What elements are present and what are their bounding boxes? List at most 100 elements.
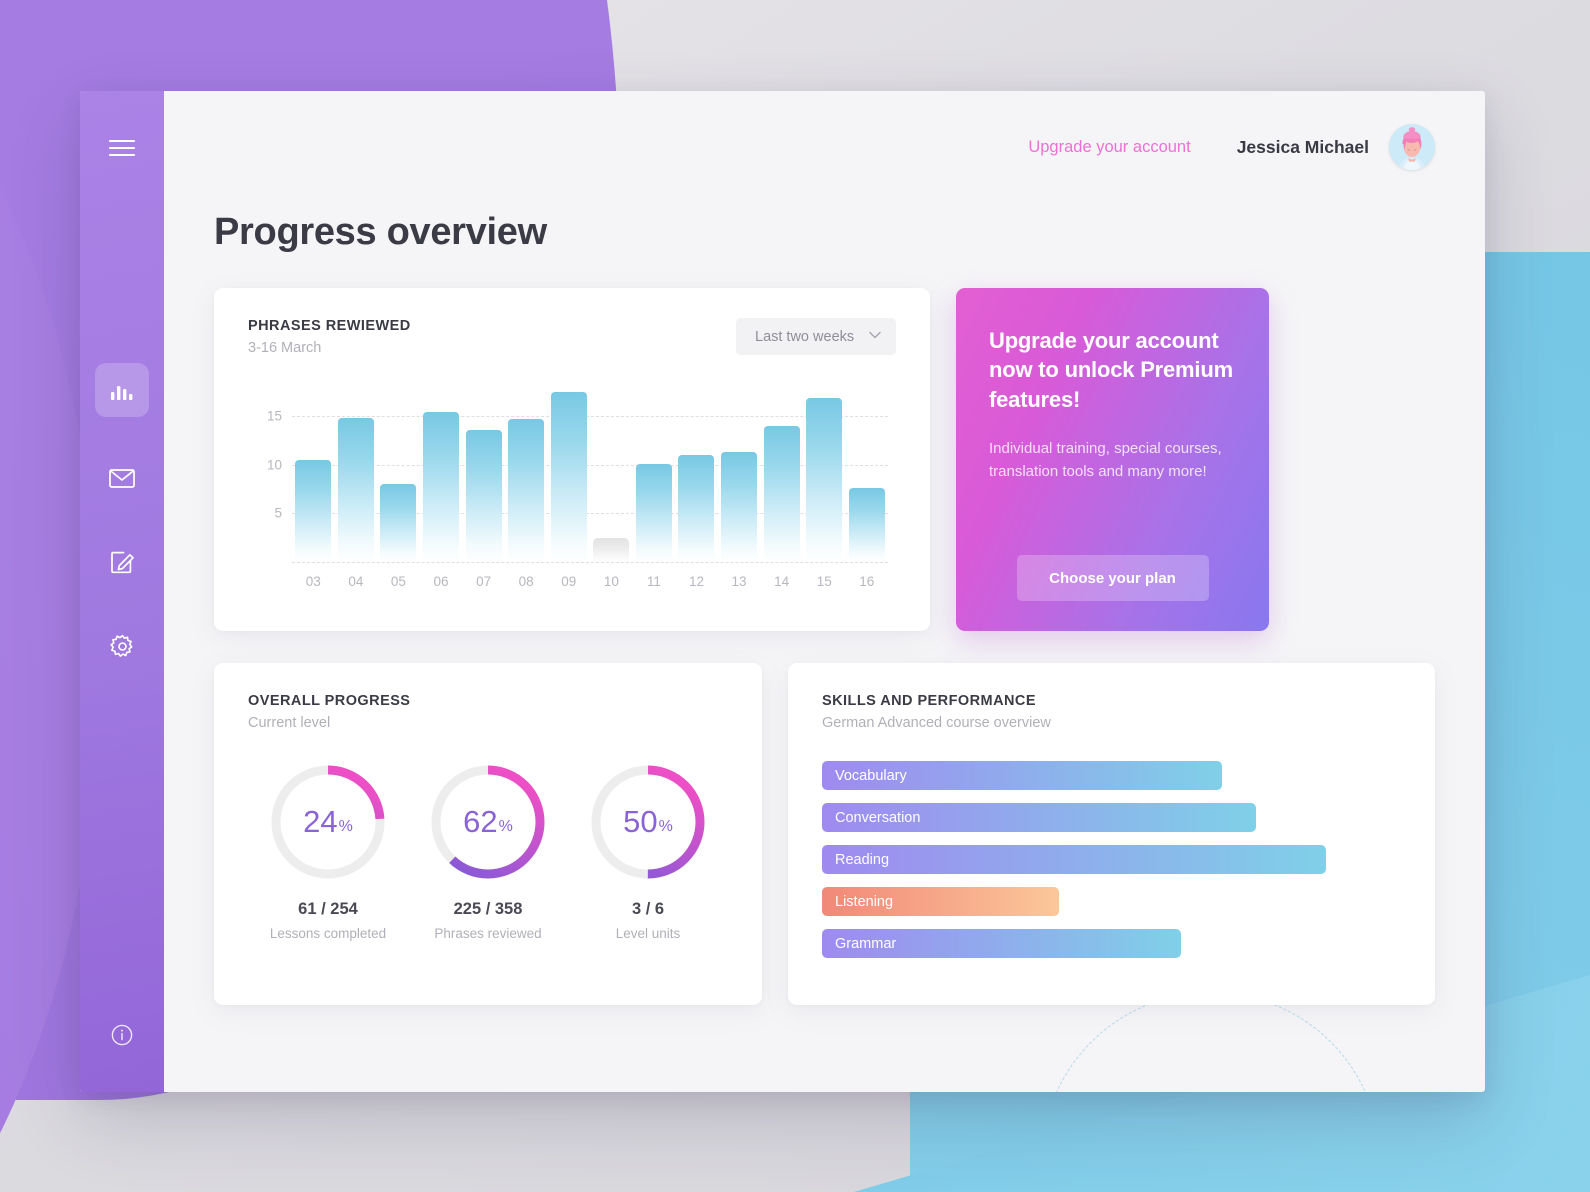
chart-x-tick: 05 xyxy=(390,573,406,589)
app-window: Upgrade your account Jessica Michael Pro… xyxy=(80,91,1485,1092)
date-range-value: Last two weeks xyxy=(755,328,855,345)
chart-bar-slot xyxy=(377,382,420,562)
chart-bar[interactable] xyxy=(295,459,332,562)
chart-bar[interactable] xyxy=(593,537,630,562)
progress-card-subtitle: Current level xyxy=(248,715,331,731)
skills-card-title: SKILLS AND PERFORMANCE xyxy=(822,693,1036,709)
cards-row-bottom: OVERALL PROGRESS Current level 24% 61 / 2… xyxy=(214,663,1435,1005)
chart-bar[interactable] xyxy=(848,488,885,562)
progress-rings: 24% 61 / 254 Lessons completed 62% 225 / 358… xyxy=(248,761,728,941)
chart-bar-slot xyxy=(505,382,548,562)
skill-bar-label: Reading xyxy=(835,851,890,868)
progress-ring-count: 225 / 358 xyxy=(453,900,523,918)
skill-bar[interactable]: Vocabulary xyxy=(822,761,1222,790)
chart-x-tick: 09 xyxy=(561,573,577,589)
chart-gridline xyxy=(292,562,888,563)
skill-bar[interactable]: Conversation xyxy=(822,803,1257,832)
chart-x-tick: 04 xyxy=(348,573,364,589)
choose-your-plan-button[interactable]: Choose your plan xyxy=(1016,555,1209,601)
chart-bar[interactable] xyxy=(423,412,460,562)
progress-ring-value: 62% xyxy=(427,761,549,883)
chart-x-tick: 08 xyxy=(518,573,534,589)
date-range-select[interactable]: Last two weeks xyxy=(736,318,896,355)
progress-ring: 62% xyxy=(427,761,549,883)
sidebar xyxy=(80,91,164,1092)
bar-chart: 5 10 15 03 04 05 06 07 08 09 10 11 12 13 14 15 16 xyxy=(248,382,896,598)
chart-bar[interactable] xyxy=(678,454,715,562)
chart-bar-slot xyxy=(590,382,633,562)
envelope-icon xyxy=(109,468,135,488)
chart-x-tick: 12 xyxy=(688,573,704,589)
progress-ring-value: 50% xyxy=(587,761,709,883)
chart-bar-slot xyxy=(292,382,335,562)
chart-x-tick: 13 xyxy=(731,573,747,589)
upgrade-account-link[interactable]: Upgrade your account xyxy=(1028,138,1190,157)
progress-card-title: OVERALL PROGRESS xyxy=(248,693,411,709)
chart-plot-area xyxy=(292,382,888,563)
chart-bar[interactable] xyxy=(721,452,758,562)
skill-bar-label: Listening xyxy=(835,893,894,910)
skill-bar[interactable]: Grammar xyxy=(822,929,1181,958)
progress-ring-percent-symbol: % xyxy=(658,817,673,835)
skills-bars: Vocabulary Conversation Reading Listening Gr… xyxy=(822,761,1401,958)
sidebar-item-info[interactable] xyxy=(99,1012,145,1058)
chart-x-axis: 03 04 05 06 07 08 09 10 11 12 13 14 15 16 xyxy=(292,564,888,598)
cards-row-top: PHRASES REWIEWED 3-16 March Last two wee… xyxy=(214,288,1435,631)
progress-ring-label: Lessons completed xyxy=(269,926,387,941)
info-circle-icon xyxy=(111,1024,133,1046)
chart-x-tick: 07 xyxy=(476,573,492,589)
page-title: Progress overview xyxy=(214,211,547,253)
chevron-down-icon xyxy=(869,331,881,342)
edit-square-icon xyxy=(110,550,134,574)
sidebar-item-messages[interactable] xyxy=(99,455,145,501)
sidebar-item-notes[interactable] xyxy=(99,539,145,585)
chart-bar-slot xyxy=(547,382,590,562)
avatar[interactable] xyxy=(1389,124,1435,170)
sidebar-item-statistics[interactable] xyxy=(95,363,149,417)
progress-ring-percent-symbol: % xyxy=(498,817,513,835)
gear-icon xyxy=(109,634,135,659)
chart-y-tick: 5 xyxy=(274,505,282,521)
avatar-illustration xyxy=(1389,124,1435,170)
sidebar-nav xyxy=(95,363,149,669)
chart-bar[interactable] xyxy=(550,391,587,562)
chart-bar[interactable] xyxy=(465,429,502,562)
chart-card-subtitle: 3-16 March xyxy=(248,340,322,356)
progress-ring-item: 62% 225 / 358 Phrases reviewed xyxy=(408,761,568,941)
chart-bar-slot xyxy=(420,382,463,562)
sidebar-item-menu[interactable] xyxy=(99,125,145,171)
chart-x-tick: 14 xyxy=(774,573,790,589)
hamburger-menu-icon xyxy=(109,139,135,157)
chart-bar-slot xyxy=(462,382,505,562)
chart-bar[interactable] xyxy=(806,397,843,562)
promo-text: Individual training, special courses, tr… xyxy=(989,439,1222,480)
chart-bar[interactable] xyxy=(337,418,374,562)
chart-bar[interactable] xyxy=(508,418,545,562)
chart-bar-slot xyxy=(760,382,803,562)
progress-ring-count: 3 / 6 xyxy=(631,900,665,918)
chart-x-tick: 03 xyxy=(305,573,321,589)
skill-bar[interactable]: Listening xyxy=(822,887,1060,916)
progress-ring-item: 50% 3 / 6 Level units xyxy=(568,761,728,941)
progress-ring-label: Level units xyxy=(615,926,681,941)
user-menu[interactable]: Jessica Michael xyxy=(1237,124,1435,170)
chart-x-tick: 16 xyxy=(859,573,875,589)
progress-ring-label: Phrases reviewed xyxy=(434,926,542,941)
chart-y-tick: 15 xyxy=(266,408,282,424)
progress-ring-number: 24 xyxy=(303,804,338,839)
chart-bar[interactable] xyxy=(763,425,800,562)
skill-bar-label: Conversation xyxy=(835,809,921,826)
promo-title: Upgrade your account now to unlock Premi… xyxy=(989,328,1233,412)
chart-card-titles: PHRASES REWIEWED 3-16 March xyxy=(248,318,411,356)
skill-bar[interactable]: Reading xyxy=(822,845,1326,874)
skills-card-subtitle: German Advanced course overview xyxy=(822,715,1051,731)
chart-bar-slot xyxy=(633,382,676,562)
chart-y-axis: 5 10 15 xyxy=(248,382,282,562)
chart-x-tick: 06 xyxy=(433,573,449,589)
chart-bar[interactable] xyxy=(635,463,672,562)
chart-bars xyxy=(292,382,888,562)
phrases-reviewed-card: PHRASES REWIEWED 3-16 March Last two wee… xyxy=(214,288,930,631)
chart-bar[interactable] xyxy=(380,484,417,562)
sidebar-item-settings[interactable] xyxy=(99,623,145,669)
chart-card-header: PHRASES REWIEWED 3-16 March Last two wee… xyxy=(248,318,896,356)
